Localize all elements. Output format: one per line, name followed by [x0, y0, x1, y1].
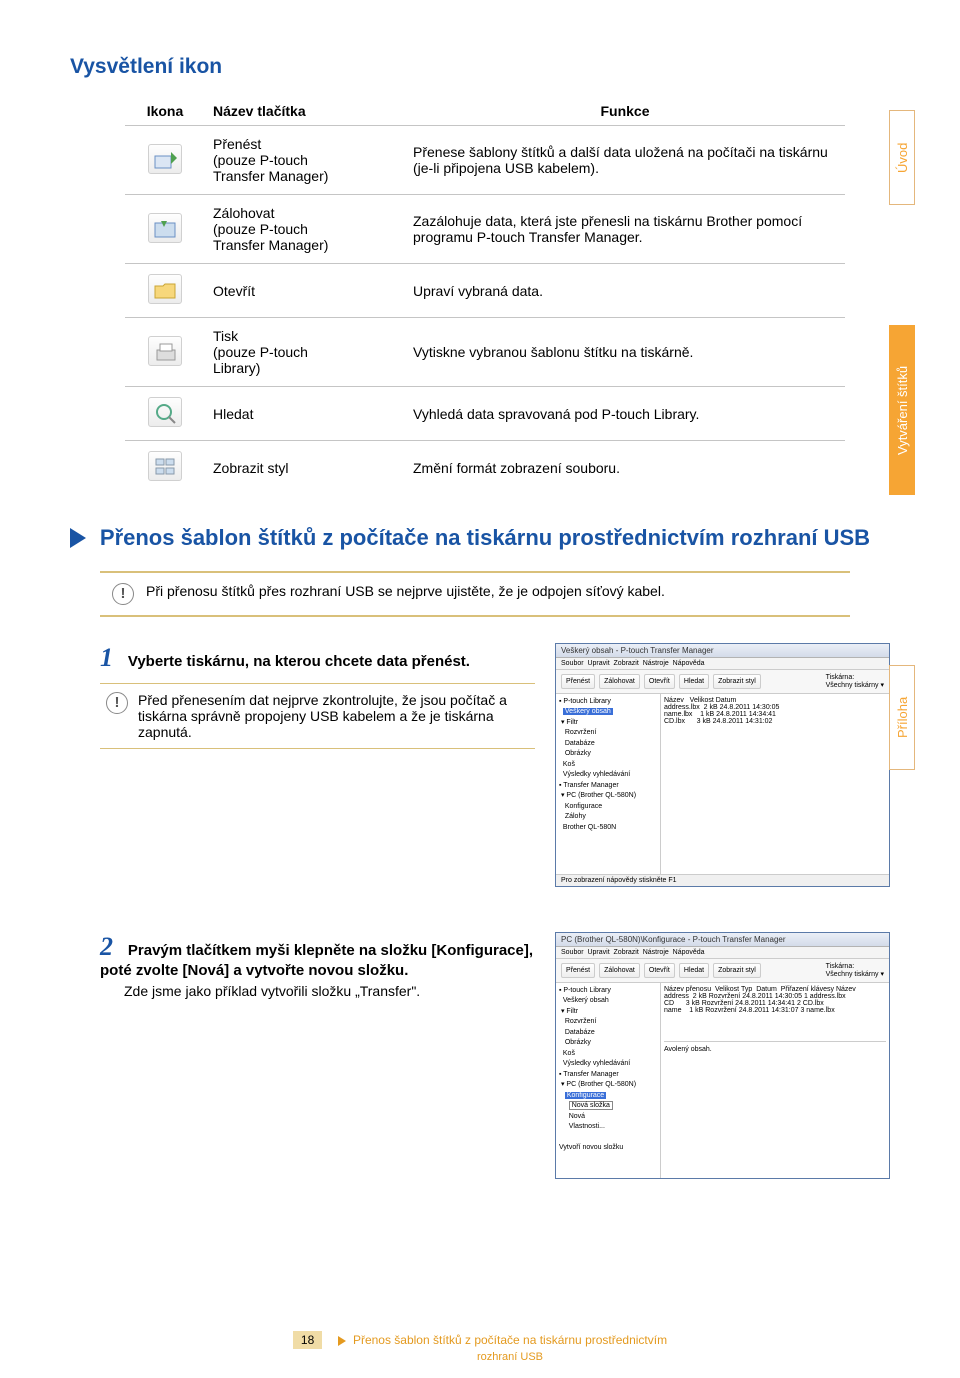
print-icon	[148, 336, 182, 366]
step-title: Pravým tlačítkem myši klepněte na složku…	[100, 942, 533, 979]
step-title: Vyberte tiskárnu, na kterou chcete data …	[128, 653, 470, 670]
row-name: Otevřít	[205, 264, 405, 318]
row-func: Vytiskne vybranou šablonu štítku na tisk…	[405, 318, 845, 387]
shot-btn: Přenést	[561, 674, 595, 689]
footer-arrow-icon	[338, 1336, 346, 1346]
tab-intro[interactable]: Úvod	[889, 110, 915, 205]
view-style-icon	[148, 451, 182, 481]
step-1-note: ! Před přenesením dat nejprve zkontroluj…	[100, 683, 535, 749]
row-name: Zobrazit styl	[205, 441, 405, 495]
open-icon	[148, 274, 182, 304]
step-number: 2	[100, 932, 124, 962]
page-number: 18	[293, 1331, 322, 1349]
step-body: Zde jsme jako příklad vytvořili složku „…	[124, 983, 535, 999]
side-navigation: Úvod Vytváření štítků Příloha	[889, 110, 915, 830]
backup-icon	[148, 213, 182, 243]
warning-icon: !	[112, 583, 134, 605]
screenshot-1: Veškerý obsah - P-touch Transfer Manager…	[555, 643, 890, 887]
row-func: Vyhledá data spravovaná pod P-touch Libr…	[405, 387, 845, 441]
search-icon	[148, 397, 182, 427]
step-number: 1	[100, 643, 124, 673]
tab-creating-labels[interactable]: Vytváření štítků	[889, 325, 915, 495]
warning-text: Při přenosu štítků přes rozhraní USB se …	[146, 583, 665, 599]
row-func: Upraví vybraná data.	[405, 264, 845, 318]
section-heading: Přenos šablon štítků z počítače na tiská…	[100, 525, 870, 550]
section-arrow-icon	[70, 528, 86, 548]
step-2: 2 Pravým tlačítkem myši klepněte na slož…	[100, 932, 890, 1179]
step-1: 1 Vyberte tiskárnu, na kterou chcete dat…	[100, 643, 890, 887]
shot-btn: Zobrazit styl	[713, 674, 761, 689]
screenshot-2: PC (Brother QL-580N)\Konfigurace - P-tou…	[555, 932, 890, 1179]
shot-status: Pro zobrazení nápovědy stiskněte F1	[556, 874, 889, 886]
page-footer: 18 Přenos šablon štítků z počítače na ti…	[0, 1331, 960, 1363]
row-name: Hledat	[205, 387, 405, 441]
shot-btn: Otevřít	[644, 674, 675, 689]
th-icon: Ikona	[125, 97, 205, 126]
page-title: Vysvětlení ikon	[70, 55, 890, 79]
row-func: Přenese šablony štítků a další data ulož…	[405, 126, 845, 195]
row-func: Zazálohuje data, která jste přenesli na …	[405, 195, 845, 264]
shot-btn: Hledat	[679, 674, 709, 689]
row-name: Přenést (pouze P-touch Transfer Manager)	[205, 126, 405, 195]
th-name: Název tlačítka	[205, 97, 405, 126]
tab-appendix[interactable]: Příloha	[889, 665, 915, 770]
row-name: Tisk (pouze P-touch Library)	[205, 318, 405, 387]
th-func: Funkce	[405, 97, 845, 126]
footer-crumb: Přenos šablon štítků z počítače na tiská…	[353, 1333, 667, 1347]
step-note-text: Před přenesením dat nejprve zkontrolujte…	[138, 692, 529, 740]
icon-explanation-table: Ikona Název tlačítka Funkce Přenést (pou…	[125, 97, 845, 494]
warning-icon: !	[106, 692, 128, 714]
usb-warning-box: ! Při přenosu štítků přes rozhraní USB s…	[100, 571, 850, 617]
shot-btn: Zálohovat	[599, 674, 640, 689]
transfer-icon	[148, 144, 182, 174]
row-func: Změní formát zobrazení souboru.	[405, 441, 845, 495]
shot-title: Veškerý obsah - P-touch Transfer Manager	[556, 644, 889, 658]
row-name: Zálohovat (pouze P-touch Transfer Manage…	[205, 195, 405, 264]
footer-crumb2: rozhraní USB	[477, 1351, 543, 1363]
